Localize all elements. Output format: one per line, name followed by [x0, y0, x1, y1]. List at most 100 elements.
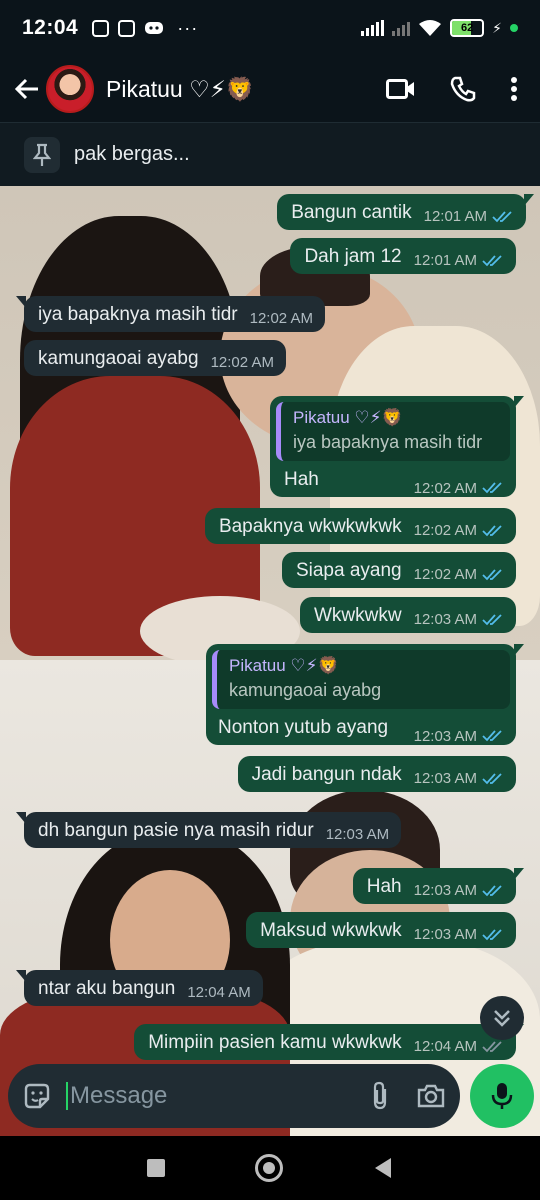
scroll-to-bottom-button[interactable] — [480, 996, 524, 1040]
read-ticks-icon — [482, 1040, 502, 1052]
system-nav-bar — [0, 1136, 540, 1200]
message-text: Hah — [366, 876, 402, 897]
signal-2-icon — [392, 20, 411, 36]
message-text: Mimpiin pasien kamu wkwkwk — [148, 1032, 402, 1053]
chat-header: Pikatuu ♡⚡🦁 — [0, 56, 540, 122]
message-text: Jadi bangun ndak — [251, 764, 402, 785]
message-bubble-incoming[interactable]: dh bangun pasie nya masih ridur 12:03 AM — [15, 812, 402, 848]
message-time: 12:02 AM — [249, 310, 313, 327]
read-ticks-icon — [492, 210, 512, 222]
read-ticks-icon — [482, 772, 502, 784]
message-time: 12:02 AM — [413, 522, 477, 539]
message-time: 12:04 AM — [187, 984, 251, 1001]
charging-icon: ⚡ — [492, 19, 502, 36]
message-bubble-outgoing[interactable]: Siapa ayang 12:02 AM — [281, 552, 516, 588]
message-time: 12:03 AM — [413, 611, 477, 628]
attach-icon[interactable] — [370, 1081, 390, 1111]
quoted-sender: Pikatuu ♡⚡🦁 — [229, 656, 339, 675]
status-bar: 12:04 ··· 62 ⚡ — [0, 0, 540, 56]
status-time: 12:04 — [22, 16, 79, 39]
mic-icon — [491, 1083, 513, 1109]
message-bubble-outgoing-reply[interactable]: Pikatuu ♡⚡🦁 iya bapaknya masih tidr Hah 1… — [270, 396, 524, 497]
read-ticks-icon — [482, 884, 502, 896]
home-button[interactable] — [255, 1154, 283, 1182]
quoted-message[interactable]: Pikatuu ♡⚡🦁 iya bapaknya masih tidr — [276, 402, 510, 461]
privacy-dot-icon — [510, 24, 518, 32]
message-text: Wkwkwkw — [314, 605, 402, 626]
quoted-message[interactable]: Pikatuu ♡⚡🦁 kamungaoai ayabg — [212, 650, 510, 709]
message-bubble-outgoing[interactable]: Dah jam 12 12:01 AM — [290, 238, 516, 274]
signal-icon — [361, 20, 385, 36]
recents-button[interactable] — [147, 1159, 165, 1177]
battery-icon: 62 — [450, 19, 485, 37]
message-time: 12:01 AM — [413, 252, 477, 269]
video-call-icon[interactable] — [386, 78, 416, 100]
back-arrow-icon[interactable] — [12, 74, 42, 104]
message-text: Bangun cantik — [291, 202, 412, 223]
phone-icon[interactable] — [450, 76, 476, 102]
pinned-message-bar[interactable]: pak bergas... — [0, 122, 540, 186]
overflow-menu-icon[interactable] — [510, 76, 518, 102]
message-text: kamungaoai ayabg — [38, 348, 199, 369]
message-time: 12:01 AM — [423, 208, 487, 225]
quoted-text: kamungaoai ayabg — [229, 680, 382, 700]
chat-area[interactable]: Bangun cantik 12:01 AM Dah jam 12 12:01 AM… — [0, 186, 540, 1136]
contact-name[interactable]: Pikatuu ♡⚡🦁 — [106, 76, 255, 103]
discord-icon — [145, 22, 164, 34]
camera-icon[interactable] — [416, 1083, 446, 1109]
pinned-text: pak bergas... — [74, 143, 190, 165]
instagram-icon — [92, 19, 110, 37]
message-time: 12:03 AM — [413, 727, 477, 745]
message-bubble-outgoing[interactable]: Maksud wkwkwk 12:03 AM — [246, 912, 516, 948]
avatar[interactable] — [46, 65, 94, 113]
message-time: 12:02 AM — [413, 479, 477, 497]
message-text: iya bapaknya masih tidr — [38, 304, 238, 325]
back-nav-icon[interactable] — [373, 1157, 393, 1179]
message-text: ntar aku bangun — [38, 978, 176, 999]
message-bubble-incoming[interactable]: ntar aku bangun 12:04 AM — [16, 970, 263, 1006]
message-composer[interactable]: Message — [8, 1064, 460, 1128]
message-bubble-outgoing[interactable]: Bapaknya wkwkwkwk 12:02 AM — [204, 508, 516, 544]
chevron-double-down-icon — [494, 1010, 510, 1027]
pin-icon — [24, 136, 60, 173]
more-dots-icon: ··· — [177, 17, 199, 38]
read-ticks-icon — [482, 568, 502, 580]
message-bubble-outgoing[interactable]: Hah 12:03 AM — [352, 868, 525, 904]
message-time: 12:03 AM — [325, 826, 390, 843]
read-ticks-icon — [482, 730, 502, 742]
message-bubble-outgoing[interactable]: Wkwkwkw 12:03 AM — [300, 597, 516, 633]
quoted-text: iya bapaknya masih tidr — [293, 432, 483, 452]
mic-button[interactable] — [470, 1064, 534, 1128]
message-time: 12:02 AM — [413, 566, 477, 583]
read-ticks-icon — [482, 613, 502, 625]
message-text: dh bangun pasie nya masih ridur — [38, 820, 314, 841]
battery-level: 62 — [461, 22, 474, 34]
read-ticks-icon — [482, 254, 502, 266]
message-bubble-outgoing[interactable]: Jadi bangun ndak 12:03 AM — [237, 756, 516, 792]
message-text: Bapaknya wkwkwkwk — [218, 516, 402, 537]
message-time: 12:03 AM — [413, 926, 477, 943]
message-time: 12:03 AM — [413, 770, 477, 787]
notification-icons: ··· — [92, 18, 198, 39]
sticker-icon[interactable] — [22, 1081, 52, 1111]
message-text: Maksud wkwkwk — [260, 920, 402, 941]
message-bubble-incoming[interactable]: iya bapaknya masih tidr 12:02 AM — [16, 296, 325, 332]
message-bubble-outgoing[interactable]: Mimpiin pasien kamu wkwkwk 12:04 AM — [134, 1024, 524, 1060]
message-text: Dah jam 12 — [304, 246, 402, 267]
message-time: 12:04 AM — [413, 1038, 477, 1055]
read-ticks-icon — [482, 524, 502, 536]
read-ticks-icon — [482, 482, 502, 494]
message-input[interactable]: Message — [66, 1082, 370, 1110]
message-time: 12:02 AM — [210, 354, 274, 371]
message-bubble-outgoing[interactable]: Bangun cantik 12:01 AM — [277, 194, 534, 230]
message-bubble-incoming[interactable]: kamungaoai ayabg 12:02 AM — [24, 340, 286, 376]
instagram-icon — [118, 19, 136, 37]
wifi-icon — [419, 20, 442, 36]
message-text: Hah — [284, 469, 319, 490]
read-ticks-icon — [482, 928, 502, 940]
message-text: Siapa ayang — [295, 560, 402, 581]
message-time: 12:03 AM — [413, 882, 477, 899]
message-bubble-outgoing-reply[interactable]: Pikatuu ♡⚡🦁 kamungaoai ayabg Nonton yutu… — [206, 644, 524, 745]
message-text: Nonton yutub ayang — [218, 717, 389, 738]
quoted-sender: Pikatuu ♡⚡🦁 — [293, 408, 403, 427]
